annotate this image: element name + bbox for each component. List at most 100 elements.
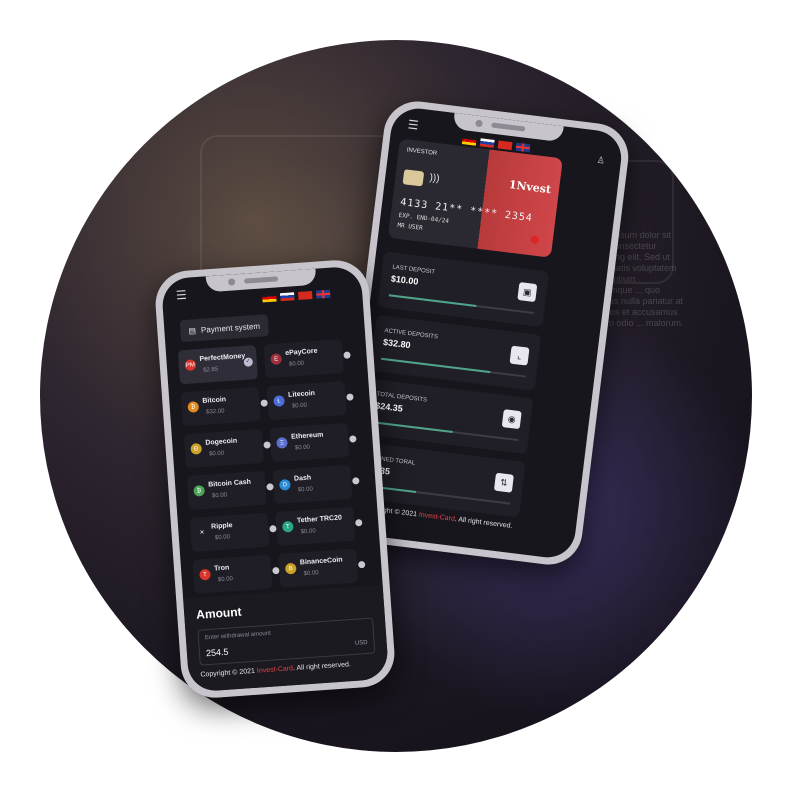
coin-option[interactable]: B BinanceCoin $0.00 [278,548,366,588]
chip-icon [402,169,425,187]
coin-balance: $0.00 [291,402,308,410]
coin-name: Bitcoin [202,396,227,405]
coin-icon: Ξ [276,437,288,449]
flag-ru-icon[interactable] [280,292,295,302]
menu-icon[interactable]: ☰ [175,288,187,303]
coin-option[interactable]: T Tether TRC20 $0.00 [275,506,363,546]
coin-option[interactable]: T Tron $0.00 [192,554,280,594]
coin-option[interactable]: D Dash $0.00 [272,464,360,505]
flag-tr-icon[interactable] [497,140,513,151]
card-logo: 1Nvest [508,178,552,197]
stat-active-deposits[interactable]: ACTIVE DEPOSITS $32.80 ⌞ [369,314,542,391]
investor-card[interactable]: INVESTOR ))) 1Nvest 4133 21** **** 2354 … [387,138,563,258]
coin-icon: ✕ [196,526,208,539]
flag-de-icon[interactable] [262,293,277,303]
stat-progress [373,421,519,442]
radio-button[interactable] [355,519,363,527]
wallet-icon: ▤ [188,325,197,336]
payment-system-button[interactable]: ▤ Payment system [179,314,269,343]
stat-value: $24.35 [374,400,404,414]
menu-icon[interactable]: ☰ [407,117,419,132]
language-flags [262,289,331,303]
stat-progress [380,357,527,378]
coin-icon: ₿ [193,484,206,497]
coin-option[interactable]: EePayCore $0.00 [263,339,351,379]
coin-icon: B [284,562,297,575]
coin-balance: $0.00 [288,360,305,368]
amount-panel: Amount Enter withdrawal amount 254.5 USD… [183,584,390,693]
coin-name: BinanceCoin [299,556,343,567]
amount-placeholder: Enter withdrawal amount [204,630,272,642]
payment-system-label: Payment system [200,321,261,335]
stat-last-deposit[interactable]: LAST DEPOSIT $10.00 ▣ [377,251,549,328]
coin-option[interactable]: Ð Dogecoin $0.00 [183,428,271,469]
card-holder: MR USER [397,221,424,232]
copyright-brand-link[interactable]: Invest-Card [418,512,455,523]
coin-balance: $0.00 [297,486,314,494]
payment-screen: ☰ ▤ Payment system PM PerfectMoney $2.85 ✓ E… [160,265,390,693]
money-icon[interactable]: ◉ [501,409,522,430]
coin-name: PerfectMoney [199,352,246,363]
coin-option[interactable]: PM PerfectMoney $2.85 ✓ [177,345,258,385]
coin-name: Ethereum [290,431,324,441]
coin-balance: $0.00 [211,492,228,500]
coin-option[interactable]: ₿ Bitcoin Cash $0.00 [186,470,274,511]
stat-value: $32.80 [382,336,412,351]
chart-icon[interactable]: ⌞ [509,345,530,366]
coin-balance: $0.00 [294,444,311,452]
coin-name: Ripple [210,522,233,531]
coin-icon: ₿ [187,401,200,413]
coin-name: Dogecoin [205,437,238,447]
coin-balance: $0.00 [214,534,231,542]
card-label: INVESTOR [406,147,438,158]
stat-total-deposits[interactable]: TOTAL DEPOSITS $24.35 ◉ [361,378,534,455]
coin-icon: T [199,568,211,581]
stat-progress [365,484,511,505]
copyright-suffix: . All right reserved. [292,661,352,673]
copyright-prefix: Copyright © 2021 [200,667,258,679]
copyright-brand-link[interactable]: Invest-Card [257,665,294,675]
flag-ru-icon[interactable] [479,138,495,148]
radio-button[interactable] [357,560,366,569]
coin-icon: PM [184,359,197,371]
sort-icon[interactable]: ⇅ [493,472,514,493]
coin-balance: $0.00 [300,528,316,536]
coin-name: Dash [293,474,312,483]
amount-input[interactable]: Enter withdrawal amount 254.5 USD [197,617,376,666]
coin-name: Litecoin [287,390,316,399]
flag-uk-icon[interactable] [315,289,331,299]
amount-currency: USD [354,639,368,647]
payment-phone: ☰ ▤ Payment system PM PerfectMoney $2.85 ✓ E… [153,258,397,700]
coin-balance: $2.85 [203,366,219,374]
coin-icon: Ð [190,443,203,455]
coin-icon: D [279,478,291,491]
coin-option[interactable]: Ł Litecoin $0.00 [266,380,354,421]
radio-button[interactable] [343,351,351,359]
card-dot-icon [530,235,540,245]
flag-tr-icon[interactable] [298,290,313,300]
radio-button[interactable] [352,477,360,485]
coin-name: Tron [213,564,230,573]
coin-balance: $32.00 [205,408,225,416]
radio-button[interactable] [349,435,357,443]
dashboard-screen: ☰ ♙ INVESTOR ))) 1Nvest 4133 21** **** 2… [341,105,625,561]
coin-balance: $0.00 [217,576,234,584]
amount-value[interactable]: 254.5 [206,647,229,659]
coin-option[interactable]: Ξ Ethereum $0.00 [269,422,357,463]
coin-balance: $0.00 [303,570,319,578]
radio-button[interactable] [346,393,354,401]
contactless-icon: ))) [428,172,441,185]
check-icon: ✓ [243,357,254,367]
copyright-suffix: . All right reserved. [454,515,513,530]
coin-option[interactable]: ₿ Bitcoin $32.00 [180,386,268,427]
coin-option[interactable]: ✕ Ripple $0.00 [189,512,277,552]
coin-name: ePayCore [285,347,318,357]
flag-uk-icon[interactable] [515,142,531,153]
flag-de-icon[interactable] [461,136,477,146]
coin-name: Tether TRC20 [296,514,343,525]
user-icon[interactable]: ♙ [596,155,605,167]
coin-name: Bitcoin Cash [208,478,252,489]
wallet-icon[interactable]: ▣ [517,282,538,303]
stat-value: $10.00 [390,273,419,287]
stat-progress [388,294,534,315]
